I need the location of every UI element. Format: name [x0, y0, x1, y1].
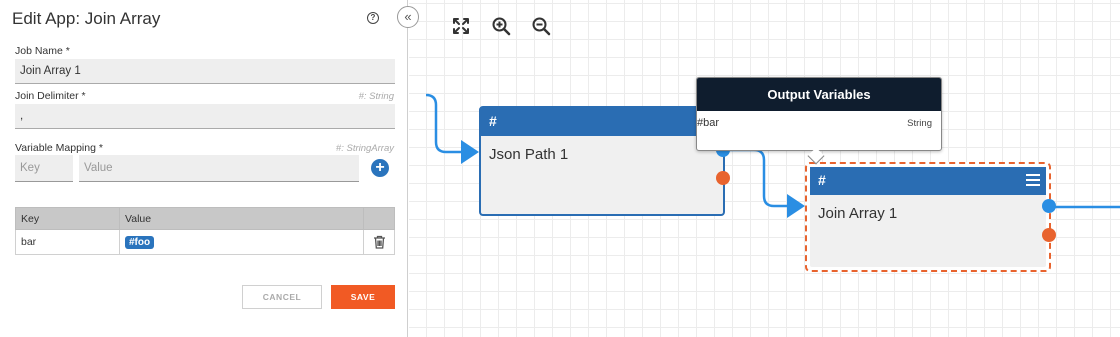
add-mapping-button[interactable]: + — [371, 159, 389, 177]
tooltip-title: Output Variables — [697, 78, 941, 111]
node-header: # — [810, 167, 1046, 195]
plus-icon: + — [375, 159, 385, 176]
join-delimiter-type-hint: #: String — [358, 91, 394, 102]
cancel-button[interactable]: CANCEL — [242, 285, 322, 309]
tooltip-variable-type: String — [907, 118, 932, 129]
edit-app-panel: Edit App: Join Array ? Job Name * Join D… — [0, 0, 408, 337]
join-delimiter-input[interactable] — [15, 104, 395, 129]
column-header-key: Key — [15, 207, 120, 230]
workflow-canvas[interactable]: # Json Path 1 # Join Array 1 Output Vari… — [409, 0, 1120, 337]
table-row: bar #foo — [15, 229, 395, 255]
variable-chip: #foo — [125, 235, 155, 249]
mapping-value-input[interactable] — [79, 155, 359, 182]
save-button[interactable]: SAVE — [331, 285, 395, 309]
json-path-node[interactable]: # Json Path 1 — [479, 106, 725, 216]
error-port[interactable] — [1042, 228, 1056, 242]
menu-icon[interactable] — [1025, 173, 1041, 187]
panel-title: Edit App: Join Array — [12, 9, 161, 28]
column-header-actions — [363, 207, 395, 230]
row-value-cell: #foo — [119, 229, 364, 255]
help-icon[interactable]: ? — [367, 12, 379, 24]
column-header-value: Value — [119, 207, 364, 230]
node-title: Json Path 1 — [489, 146, 569, 163]
mapping-key-input[interactable] — [15, 155, 73, 182]
job-name-input[interactable] — [15, 59, 395, 84]
collapse-panel-button[interactable]: « — [397, 6, 419, 28]
tooltip-variable-row: #bar String — [697, 111, 941, 135]
node-title: Join Array 1 — [818, 205, 898, 222]
variable-mapping-type-hint: #: StringArray — [335, 143, 394, 154]
row-key-cell: bar — [15, 229, 120, 255]
job-name-label: Job Name * — [15, 45, 70, 57]
node-header: # — [481, 108, 723, 136]
error-port[interactable] — [716, 171, 730, 185]
variable-mapping-label: Variable Mapping * — [15, 142, 103, 154]
incoming-wire — [425, 93, 467, 154]
join-array-node[interactable]: # Join Array 1 — [805, 162, 1051, 272]
connecting-arrow-icon — [787, 194, 805, 218]
output-port[interactable] — [1042, 199, 1056, 213]
incoming-arrow-icon — [461, 140, 479, 164]
join-delimiter-label: Join Delimiter * — [15, 90, 86, 102]
mapping-table: Key Value bar #foo — [15, 207, 395, 255]
row-actions-cell — [363, 229, 395, 255]
hash-icon: # — [818, 172, 826, 188]
output-variables-tooltip: Output Variables #bar String — [696, 77, 942, 165]
tooltip-variable-name: #bar — [697, 117, 720, 129]
trash-icon[interactable] — [373, 235, 386, 249]
table-header-row: Key Value — [15, 207, 395, 230]
connecting-wire — [722, 148, 792, 208]
node-body: # Join Array 1 — [810, 167, 1046, 267]
hash-icon: # — [489, 113, 497, 129]
